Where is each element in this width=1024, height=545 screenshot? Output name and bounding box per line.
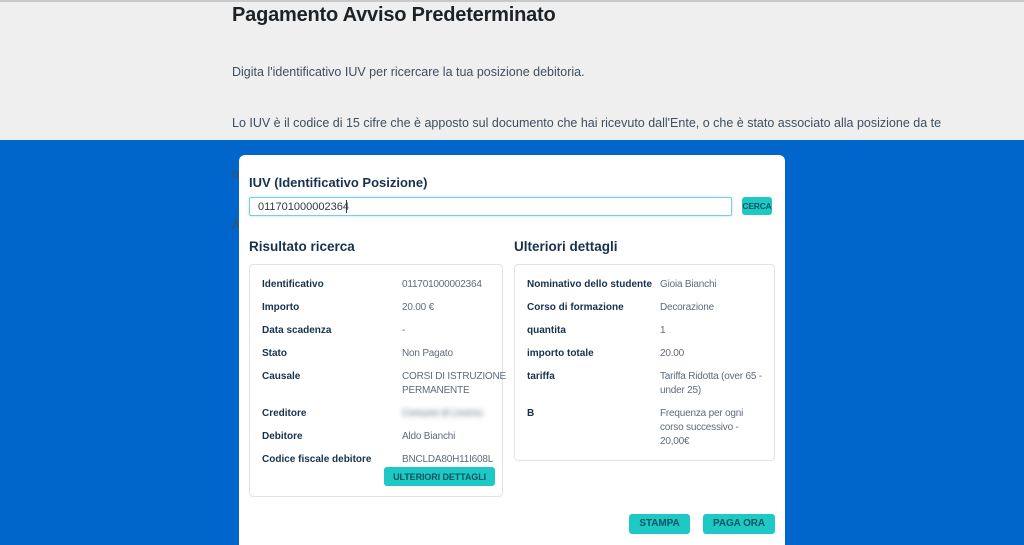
details-heading: Ulteriori dettagli <box>514 239 618 254</box>
iuv-label: IUV (Identificativo Posizione) <box>249 175 427 190</box>
table-row: Stato Non Pagato <box>262 347 490 361</box>
table-row: Codice fiscale debitore BNCLDA80H11I608L <box>262 453 490 467</box>
page-title: Pagamento Avviso Predeterminato <box>232 2 792 27</box>
row-label: importo totale <box>527 347 660 361</box>
row-label: Codice fiscale debitore <box>262 453 402 467</box>
action-bar: STAMPA PAGA ORA <box>239 513 775 534</box>
row-label: Stato <box>262 347 402 361</box>
row-value: - <box>402 324 405 338</box>
table-row: Importo 20.00 € <box>262 301 490 315</box>
table-row: Debitore Aldo Bianchi <box>262 430 490 444</box>
text-caret <box>346 200 347 213</box>
result-heading: Risultato ricerca <box>249 239 355 254</box>
table-row: B Frequenza per ogni corso successivo - … <box>527 407 762 449</box>
row-value: Aldo Bianchi <box>402 430 455 444</box>
row-value: 20.00 <box>660 347 684 361</box>
table-row: Creditore Comune di Livorno <box>262 407 490 421</box>
row-label: Corso di formazione <box>527 301 660 315</box>
row-value: Tariffa Ridotta (over 65 - under 25) <box>660 370 762 398</box>
result-box: Identificativo 011701000002364 Importo 2… <box>249 264 503 497</box>
row-label: tariffa <box>527 370 660 398</box>
table-row: Nominativo dello studente Gioia Bianchi <box>527 278 762 292</box>
row-value: Non Pagato <box>402 347 453 361</box>
row-value: Frequenza per ogni corso successivo - 20… <box>660 407 743 449</box>
row-value-redacted: Comune di Livorno <box>402 407 483 421</box>
paga-ora-button[interactable]: PAGA ORA <box>703 514 775 534</box>
row-label: B <box>527 407 660 449</box>
ulteriori-dettagli-button[interactable]: ULTERIORI DETTAGLI <box>384 467 495 486</box>
row-label: Creditore <box>262 407 402 421</box>
row-label: Debitore <box>262 430 402 444</box>
row-label: Data scadenza <box>262 324 402 338</box>
intro-line: Lo IUV è il codice di 15 cifre che è app… <box>232 115 792 132</box>
row-label: Importo <box>262 301 402 315</box>
header-section: Pagamento Avviso Predeterminato Digita l… <box>0 0 1024 140</box>
cerca-button[interactable]: CERCA <box>742 197 772 215</box>
table-row: quantita 1 <box>527 324 762 338</box>
table-row: Causale CORSI DI ISTRUZIONE PERMANENTE <box>262 370 490 398</box>
table-row: importo totale 20.00 <box>527 347 762 361</box>
row-value: 1 <box>660 324 665 338</box>
row-value: Decorazione <box>660 301 714 315</box>
iuv-input-wrap <box>249 197 732 216</box>
table-row: Data scadenza - <box>262 324 490 338</box>
row-value: CORSI DI ISTRUZIONE PERMANENTE <box>402 370 506 398</box>
payment-card: IUV (Identificativo Posizione) CERCA Ris… <box>239 155 785 545</box>
iuv-input[interactable] <box>249 197 732 216</box>
row-value: 011701000002364 <box>402 278 482 292</box>
row-label: quantita <box>527 324 660 338</box>
stampa-button[interactable]: STAMPA <box>629 514 689 534</box>
row-label: Nominativo dello studente <box>527 278 660 292</box>
details-box: Nominativo dello studente Gioia Bianchi … <box>514 264 775 461</box>
row-label: Causale <box>262 370 402 398</box>
table-row: Corso di formazione Decorazione <box>527 301 762 315</box>
intro-line: Digita l'identificativo IUV per ricercar… <box>232 64 792 81</box>
table-row: tariffa Tariffa Ridotta (over 65 - under… <box>527 370 762 398</box>
row-value: BNCLDA80H11I608L <box>402 453 493 467</box>
row-value: Gioia Bianchi <box>660 278 716 292</box>
row-label: Identificativo <box>262 278 402 292</box>
table-row: Identificativo 011701000002364 <box>262 278 490 292</box>
row-value: 20.00 € <box>402 301 434 315</box>
